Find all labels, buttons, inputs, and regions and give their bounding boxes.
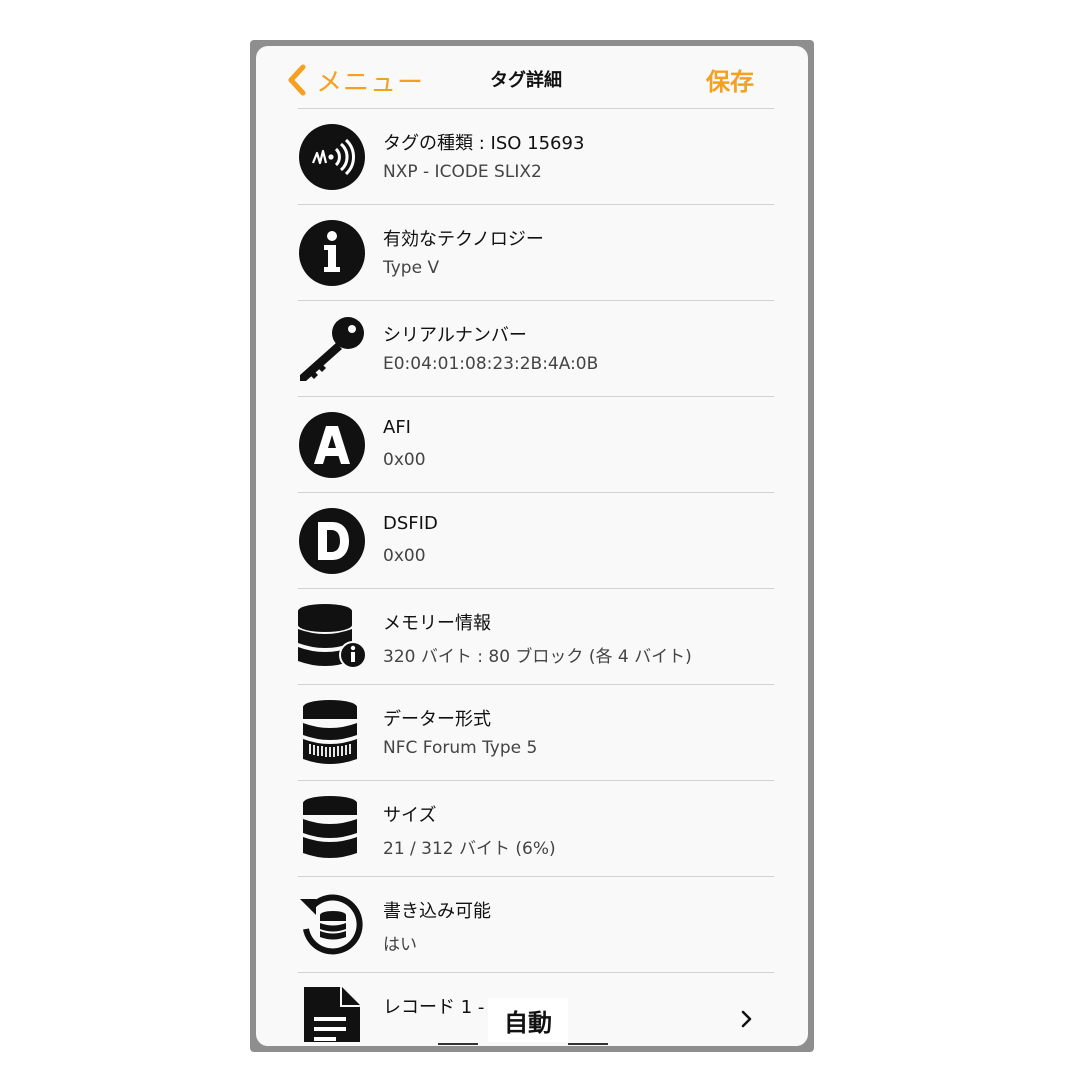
list-item-size: サイズ 21 / 312 バイト (6%) <box>298 780 774 876</box>
database-icon <box>298 795 366 863</box>
tag-detail-list: タグの種類 : ISO 15693 NXP - ICODE SLIX2 有効なテ… <box>298 108 774 1046</box>
row-value: 21 / 312 バイト (6%) <box>383 839 556 859</box>
row-value: 0x00 <box>383 546 426 566</box>
database-info-icon <box>298 603 366 671</box>
row-title: 有効なテクノロジー <box>383 229 544 250</box>
list-item-writable: 書き込み可能 はい <box>298 876 774 972</box>
back-button[interactable]: メニュー <box>286 60 424 100</box>
row-value: はい <box>383 935 417 955</box>
nfc-signal-icon <box>298 123 366 191</box>
row-value: Type V <box>383 258 440 278</box>
app-screen: メニュー タグ詳細 保存 タグの種類 : ISO 15693 NXP - ICO… <box>256 46 808 1046</box>
list-item-technology: 有効なテクノロジー Type V <box>298 204 774 300</box>
key-icon <box>298 315 366 383</box>
row-value: 0x00 <box>383 450 426 470</box>
toolbar-tick-right <box>568 1043 608 1045</box>
letter-a-icon <box>298 411 366 479</box>
chevron-right-icon <box>738 1009 754 1029</box>
document-icon <box>298 987 366 1046</box>
back-button-label: メニュー <box>316 67 425 98</box>
bottom-toolbar-edge <box>256 1042 808 1046</box>
database-refresh-icon <box>298 891 366 959</box>
list-item-data-format: データー形式 NFC Forum Type 5 <box>298 684 774 780</box>
list-item-tag-type: タグの種類 : ISO 15693 NXP - ICODE SLIX2 <box>298 108 774 204</box>
navigation-bar: メニュー タグ詳細 保存 <box>256 46 808 108</box>
save-button[interactable]: 保存 <box>706 62 754 97</box>
list-item-memory-info: メモリー情報 320 バイト : 80 ブロック (各 4 バイト) <box>298 588 774 684</box>
row-title: サイズ <box>383 805 437 826</box>
row-value: NXP - ICODE SLIX2 <box>383 162 542 182</box>
row-title: タグの種類 : ISO 15693 <box>383 133 585 154</box>
list-item-dsfid: DSFID 0x00 <box>298 492 774 588</box>
database-format-icon <box>298 699 366 767</box>
list-item-serial-number: シリアルナンバー E0:04:01:08:23:2B:4A:0B <box>298 300 774 396</box>
letter-d-icon <box>298 507 366 575</box>
row-title: メモリー情報 <box>383 613 491 634</box>
page-title: タグ詳細 <box>490 70 562 91</box>
chevron-left-icon <box>286 63 308 97</box>
list-item-afi: AFI 0x00 <box>298 396 774 492</box>
row-title: レコード 1 - T <box>383 997 502 1018</box>
row-title: シリアルナンバー <box>383 325 527 346</box>
row-value: 320 バイト : 80 ブロック (各 4 バイト) <box>383 647 692 667</box>
row-title: DSFID <box>383 513 438 534</box>
row-title: データー形式 <box>383 709 491 730</box>
row-title: 書き込み可能 <box>383 901 491 922</box>
row-value: E0:04:01:08:23:2B:4A:0B <box>383 354 599 374</box>
auto-mode-label[interactable]: 自動 <box>488 998 568 1046</box>
row-title: AFI <box>383 417 411 438</box>
info-icon <box>298 219 366 287</box>
row-value: NFC Forum Type 5 <box>383 738 538 758</box>
toolbar-tick-left <box>438 1043 478 1045</box>
